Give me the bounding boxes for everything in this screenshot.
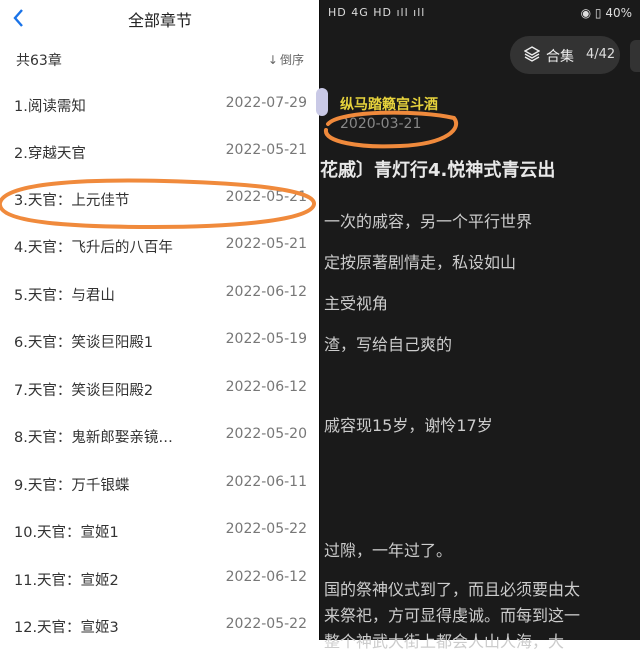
chapter-item[interactable]: 9.天官：万千银蝶 2022-06-11 [0,461,320,507]
body-line: 国的祭神仪式到了，而且必须要由太 [324,580,581,599]
chapter-date: 2022-07-29 [225,95,307,111]
date-highlight-circle [324,110,459,149]
chapter-date: 2022-05-22 [225,521,307,537]
list-header: 全部章节 [0,0,320,36]
body-line: 主受视角 [324,294,389,313]
highlight-circle [0,178,316,230]
chapter-item[interactable]: 5.天官：与君山 2022-06-12 [0,271,320,317]
collection-page: 4/42 [586,47,616,62]
chapter-list-panel: 全部章节 共63章 ↓ 倒序 1.阅读需知 2022-07-29 2.穿越天官 2… [0,0,320,640]
chapter-date: 2022-05-20 [225,426,307,442]
battery-level: ◉ ▯ 40% [580,6,632,20]
chapter-heading: 花戚〕青灯行4.悦神式青云出 [320,160,556,181]
chapter-item[interactable]: 1.阅读需知 2022-07-29 [0,82,320,128]
chapter-title: 11.天官：宣姬2 [14,573,119,589]
chapter-date: 2022-06-12 [225,284,307,300]
chapter-title: 8.天官：鬼新郎娶亲镜… [14,430,173,446]
chapter-item[interactable]: 11.天官：宣姬2 2022-06-12 [0,556,320,602]
body-line: 定按原著剧情走，私设如山 [324,253,517,272]
chapter-item[interactable]: 10.天官：宣姬1 2022-05-22 [0,508,320,554]
body-line: 整个神武大街上都会人山人海，大 [324,632,565,651]
chapter-item[interactable]: 8.天官：鬼新郎娶亲镜… 2022-05-20 [0,413,320,459]
sort-button[interactable]: ↓ 倒序 [268,51,304,68]
chapter-count: 共63章 [16,53,62,69]
chapter-item[interactable]: 2.穿越天官 2022-05-21 [0,129,320,175]
collection-label: 合集 [546,49,574,65]
chapter-date: 2022-06-11 [225,474,307,490]
chapter-title: 6.天官：笑谈巨阳殿1 [14,335,154,351]
chapter-title: 5.天官：与君山 [14,288,115,304]
sort-label: 倒序 [279,53,304,67]
chapter-title: 4.天官：飞升后的八百年 [14,240,173,256]
chapter-item[interactable]: 12.天官：宣姬3 2022-05-22 [0,603,320,640]
body-line: 戚容现15岁，谢怜17岁 [324,416,493,435]
arrow-down-icon: ↓ [267,53,278,67]
body-line: 过隙，一年过了。 [324,541,453,560]
chapter-date: 2022-05-19 [225,331,307,347]
chapter-item[interactable]: 7.天官：笑谈巨阳殿2 2022-06-12 [0,366,320,412]
page-title: 全部章节 [127,11,192,30]
collection-button[interactable]: 合集 4/42 [510,36,620,74]
body-line: 渣，写给自己爽的 [324,335,453,354]
status-bar: HD 4G HD ıll ıll ◉ ▯ 40% [320,0,640,28]
body-line: 来祭祀，方可显得虔诚。而每到这一 [324,606,581,625]
edge-handle[interactable] [630,40,640,72]
battery-text: 40% [605,6,632,20]
chapter-date: 2022-06-12 [225,379,307,395]
body-line: 一次的戚容，另一个平行世界 [324,212,533,231]
signal-indicators: HD 4G HD ıll ıll [328,6,426,19]
layers-icon [524,46,540,62]
chapter-title: 2.穿越天官 [14,146,86,162]
chapter-date: 2022-06-12 [225,569,307,585]
chapter-date: 2022-05-21 [225,236,307,252]
chapter-title: 7.天官：笑谈巨阳殿2 [14,383,154,399]
chapter-title: 12.天官：宣姬3 [14,620,119,636]
chapter-title: 1.阅读需知 [14,99,86,115]
chapter-date: 2022-05-21 [225,142,307,158]
count-row: 共63章 ↓ 倒序 [0,48,320,72]
chapter-item[interactable]: 6.天官：笑谈巨阳殿1 2022-05-19 [0,318,320,364]
chapter-title: 9.天官：万千银蝶 [14,478,130,494]
chapter-title: 10.天官：宣姬1 [14,525,119,541]
chapter-date: 2022-05-22 [225,616,307,632]
